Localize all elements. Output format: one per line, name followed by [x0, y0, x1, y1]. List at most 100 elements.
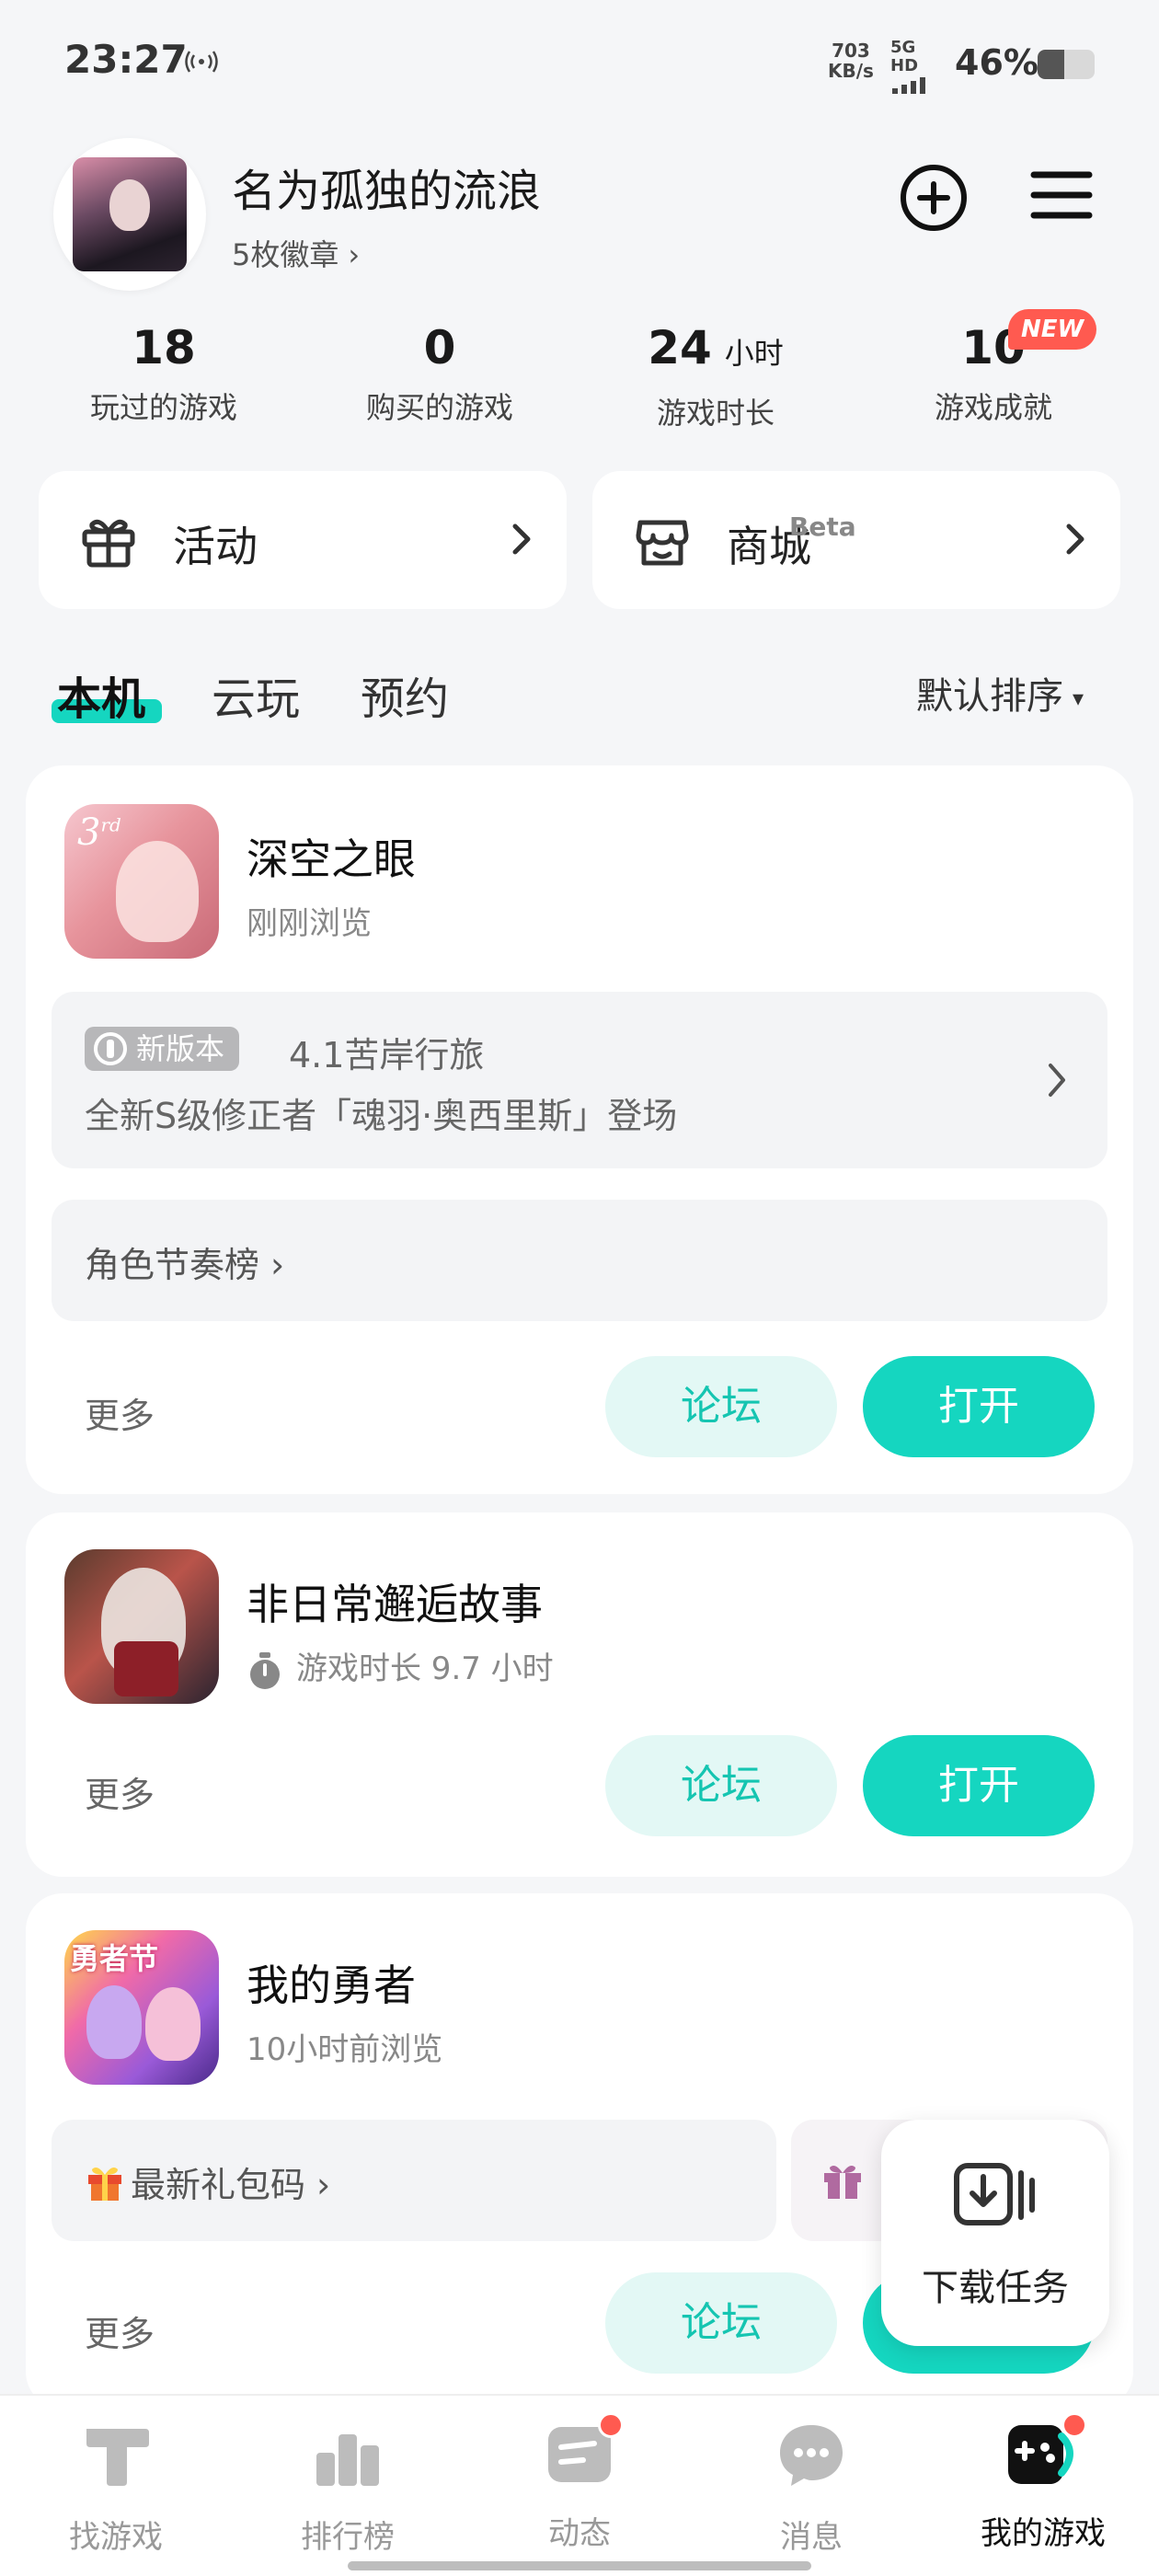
- nav-label: 动态: [548, 2515, 611, 2552]
- stat-value: 24 小时: [605, 322, 826, 379]
- download-task-float[interactable]: 下载任务: [881, 2120, 1109, 2346]
- nav-label: 排行榜: [301, 2519, 395, 2556]
- nav-my-games[interactable]: 我的游戏: [951, 2412, 1135, 2553]
- tab-local[interactable]: 本机: [57, 662, 145, 727]
- gift-icon: [88, 2168, 121, 2201]
- nav-feed[interactable]: 动态: [488, 2412, 671, 2553]
- game-subtitle: 游戏时长 9.7 小时: [247, 1643, 554, 1691]
- forum-button[interactable]: 论坛: [605, 1735, 837, 1836]
- gift-code-link[interactable]: 最新礼包码 ›: [52, 2120, 776, 2241]
- nav-ranking[interactable]: 排行榜: [256, 2416, 440, 2557]
- menu-icon[interactable]: [1028, 162, 1095, 228]
- tab-cloud[interactable]: 云玩: [212, 662, 300, 727]
- stat-number: 24: [648, 321, 712, 374]
- sort-label: 默认排序: [916, 675, 1063, 718]
- stat-purchased-games[interactable]: 0 购买的游戏: [329, 322, 550, 427]
- game-icon: [64, 1549, 219, 1704]
- stat-value: 0: [329, 322, 550, 374]
- beta-tag: Beta: [789, 512, 856, 542]
- signal-label: 5G HD: [890, 38, 919, 75]
- download-icon: [954, 2163, 1035, 2225]
- home-indicator[interactable]: [348, 2561, 811, 2570]
- avatar-image: [73, 157, 187, 271]
- nav-label: 消息: [780, 2519, 843, 2556]
- battery-fill: [1038, 50, 1064, 79]
- new-badge: NEW: [1008, 309, 1097, 350]
- tab-reserve[interactable]: 预约: [361, 662, 449, 727]
- game-card[interactable]: 非日常邂逅故事 游戏时长 9.7 小时 更多 论坛 打开: [26, 1512, 1133, 1877]
- update-banner[interactable]: 新版本 4.1苦岸行旅 全新S级修正者「魂羽·奥西里斯」登场: [52, 992, 1107, 1168]
- feed-icon: [541, 2412, 624, 2493]
- open-button[interactable]: 打开: [863, 1356, 1095, 1457]
- store-entry[interactable]: 商城: [592, 471, 1120, 609]
- hotspot-icon: [185, 51, 218, 73]
- chevron-right-icon: [1049, 1064, 1065, 1097]
- caret-down-icon: ▾: [1073, 685, 1084, 711]
- battery-percent: 46%: [955, 42, 1039, 83]
- forum-button[interactable]: 论坛: [605, 2272, 837, 2374]
- my-games-icon: [1004, 2412, 1087, 2493]
- add-circle-icon[interactable]: [898, 162, 970, 234]
- more-button[interactable]: 更多: [85, 1387, 155, 1438]
- find-game-icon: [86, 2429, 149, 2486]
- game-icon: 3rd: [64, 804, 219, 959]
- stat-label: 购买的游戏: [365, 390, 513, 425]
- forum-button[interactable]: 论坛: [605, 1356, 837, 1457]
- game-playtime: 游戏时长 9.7 小时: [296, 1650, 554, 1687]
- game-subtitle: 10小时前浏览: [247, 2031, 443, 2068]
- more-button[interactable]: 更多: [85, 2306, 155, 2356]
- chevron-right-icon: ›: [270, 1245, 285, 1285]
- username: 名为孤独的流浪: [232, 166, 542, 217]
- stat-play-time[interactable]: 24 小时 游戏时长: [605, 322, 826, 432]
- more-button[interactable]: 更多: [85, 1766, 155, 1817]
- net-speed-value: 703: [832, 40, 870, 62]
- notification-dot: [1061, 2412, 1087, 2438]
- nav-label: 找游戏: [69, 2519, 163, 2556]
- chevron-right-icon: [512, 523, 531, 555]
- bottom-nav: 找游戏 排行榜 动态 消息 我的游戏: [0, 2394, 1159, 2576]
- gift-icon: [82, 519, 135, 568]
- gift-icon: [824, 2166, 861, 2199]
- notification-dot: [598, 2412, 624, 2438]
- gift-code-text: 最新礼包码: [131, 2165, 306, 2205]
- stat-value: 18: [53, 322, 274, 374]
- nav-messages[interactable]: 消息: [719, 2416, 903, 2557]
- sort-dropdown[interactable]: 默认排序 ▾: [916, 666, 1084, 719]
- update-title: 4.1苦岸行旅: [289, 1035, 485, 1075]
- open-button[interactable]: 打开: [863, 1735, 1095, 1836]
- stat-number: 0: [423, 321, 456, 374]
- download-task-label: 下载任务: [922, 2267, 1069, 2309]
- store-icon: [636, 520, 689, 566]
- activity-entry[interactable]: 活动: [39, 471, 567, 609]
- signal-icon: 5G HD: [890, 38, 946, 94]
- status-time: 23:27: [64, 37, 188, 82]
- role-ranking-text: 角色节奏榜: [85, 1245, 260, 1285]
- update-description: 全新S级修正者「魂羽·奥西里斯」登场: [85, 1096, 678, 1136]
- chevron-right-icon: ›: [348, 237, 361, 272]
- stat-played-games[interactable]: 18 玩过的游戏: [53, 322, 274, 427]
- game-card[interactable]: 3rd 深空之眼 刚刚浏览 新版本 4.1苦岸行旅 全新S级修正者「魂羽·奥西里…: [26, 765, 1133, 1494]
- game-name: 我的勇者: [247, 1961, 416, 2010]
- activity-label: 活动: [173, 522, 258, 571]
- role-ranking-label: 角色节奏榜 ›: [85, 1236, 284, 1287]
- update-tag: 新版本: [85, 1027, 240, 1071]
- update-icon: [94, 1032, 127, 1065]
- nav-find-game[interactable]: 找游戏: [24, 2416, 208, 2557]
- stat-label: 游戏成就: [934, 390, 1052, 425]
- badges-link[interactable]: 5枚徽章 ›: [232, 232, 360, 274]
- net-speed: 703 KB/s: [828, 40, 874, 81]
- game-icon: 勇者节: [64, 1930, 219, 2085]
- stat-number: 18: [132, 321, 196, 374]
- nav-label: 我的游戏: [981, 2515, 1106, 2552]
- avatar[interactable]: [53, 138, 206, 291]
- stat-unit: 小时: [724, 336, 784, 371]
- role-ranking-link[interactable]: 角色节奏榜 ›: [52, 1200, 1107, 1321]
- stopwatch-icon: [250, 1651, 280, 1689]
- message-icon: [780, 2425, 843, 2486]
- game-name: 深空之眼: [247, 834, 416, 884]
- game-subtitle: 刚刚浏览: [247, 905, 372, 942]
- chevron-right-icon: [1066, 523, 1084, 555]
- stat-label: 游戏时长: [656, 396, 775, 431]
- game-name: 非日常邂逅故事: [247, 1580, 543, 1629]
- status-bar: 23:27 703 KB/s 5G HD 46%: [0, 0, 1159, 120]
